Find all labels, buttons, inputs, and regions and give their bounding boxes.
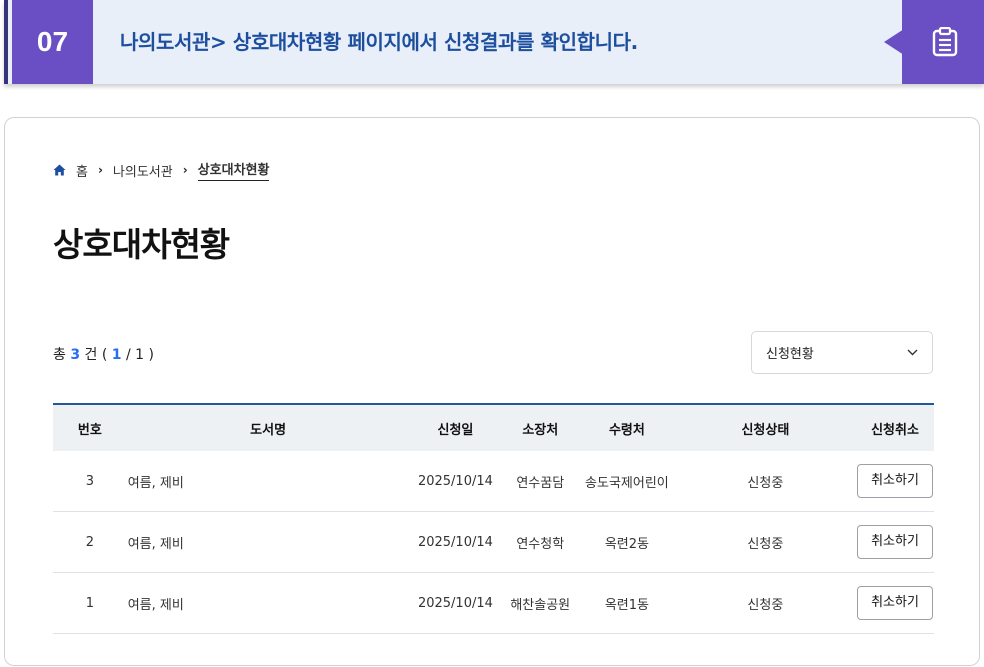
- row-number: 1: [53, 572, 127, 634]
- breadcrumb-home[interactable]: 홈: [76, 161, 88, 180]
- cancel-button[interactable]: 취소하기: [857, 586, 933, 620]
- row-holder: 연수청학: [501, 511, 580, 573]
- col-number: 번호: [77, 422, 102, 438]
- count-page: 1: [111, 347, 122, 363]
- row-holder: 연수꿈담: [501, 451, 580, 512]
- chevron-down-icon: [907, 349, 918, 356]
- row-receive: 옥련1동: [579, 572, 675, 634]
- count-total: 3: [70, 347, 81, 363]
- col-status: 신청상태: [741, 422, 790, 438]
- interlibrary-loan-table: 번호 도서명 신청일 소장처 수령처 신청상태 신청취소 3 여름, 제비 20…: [53, 403, 934, 634]
- count-unit: 건 (: [84, 347, 108, 363]
- content-card: 홈 › 나의도서관 › 상호대차현황 상호대차현황 총 3 건 ( 1 / 1 …: [4, 117, 980, 666]
- count-sep: /: [126, 347, 131, 363]
- table-header-row: 번호 도서명 신청일 소장처 수령처 신청상태 신청취소: [53, 404, 934, 451]
- row-status: 신청중: [674, 451, 856, 512]
- step-banner: 07 나의도서관> 상호대차현황 페이지에서 신청결과를 확인합니다.: [4, 0, 984, 84]
- table-row: 3 여름, 제비 2025/10/14 연수꿈담 송도국제어린이 신청중 취소하…: [53, 451, 934, 512]
- row-title: 여름, 제비: [126, 511, 259, 573]
- count-suffix: ): [148, 347, 155, 363]
- row-number: 2: [53, 511, 127, 573]
- breadcrumb: 홈 › 나의도서관 › 상호대차현황: [53, 159, 270, 181]
- step-number: 07: [12, 0, 93, 84]
- step-instruction: 나의도서관> 상호대차현황 페이지에서 신청결과를 확인합니다.: [120, 30, 638, 54]
- result-count: 총 3 건 ( 1 / 1 ): [53, 344, 154, 364]
- row-receive: 송도국제어린이: [579, 451, 675, 512]
- col-cancel: 신청취소: [871, 422, 919, 438]
- row-title: 여름, 제비: [126, 451, 259, 512]
- banner-icon-box: [902, 0, 984, 84]
- row-receive: 옥련2동: [579, 511, 675, 573]
- row-status: 신청중: [674, 572, 856, 634]
- home-icon[interactable]: [53, 164, 66, 176]
- clipboard-icon: [932, 27, 958, 57]
- table-row: 1 여름, 제비 2025/10/14 해찬솔공원 옥련1동 신청중 취소하기: [53, 572, 934, 634]
- status-filter-value: 신청현황: [766, 347, 814, 362]
- breadcrumb-my-library[interactable]: 나의도서관: [113, 161, 173, 180]
- col-receive: 수령처: [608, 422, 645, 438]
- count-pages: 1: [135, 347, 145, 363]
- cancel-button[interactable]: 취소하기: [857, 464, 933, 498]
- col-date: 신청일: [437, 422, 474, 438]
- chevron-right-icon: ›: [97, 163, 103, 177]
- col-holder: 소장처: [522, 422, 559, 438]
- status-filter-select[interactable]: 신청현황: [751, 331, 933, 374]
- count-prefix: 총: [53, 347, 66, 363]
- chevron-right-icon: ›: [182, 163, 188, 177]
- breadcrumb-current[interactable]: 상호대차현황: [197, 159, 270, 181]
- row-number: 3: [53, 451, 127, 512]
- table-row: 2 여름, 제비 2025/10/14 연수청학 옥련2동 신청중 취소하기: [53, 511, 934, 573]
- row-status: 신청중: [674, 511, 856, 573]
- row-date: 2025/10/14: [409, 511, 502, 573]
- banner-pointer: [884, 29, 904, 55]
- row-date: 2025/10/14: [409, 572, 502, 634]
- row-title: 여름, 제비: [126, 572, 259, 634]
- row-date: 2025/10/14: [409, 451, 502, 512]
- row-holder: 해찬솔공원: [501, 572, 580, 634]
- page-title: 상호대차현황: [53, 225, 230, 264]
- cancel-button[interactable]: 취소하기: [857, 525, 933, 559]
- col-title: 도서명: [250, 422, 287, 438]
